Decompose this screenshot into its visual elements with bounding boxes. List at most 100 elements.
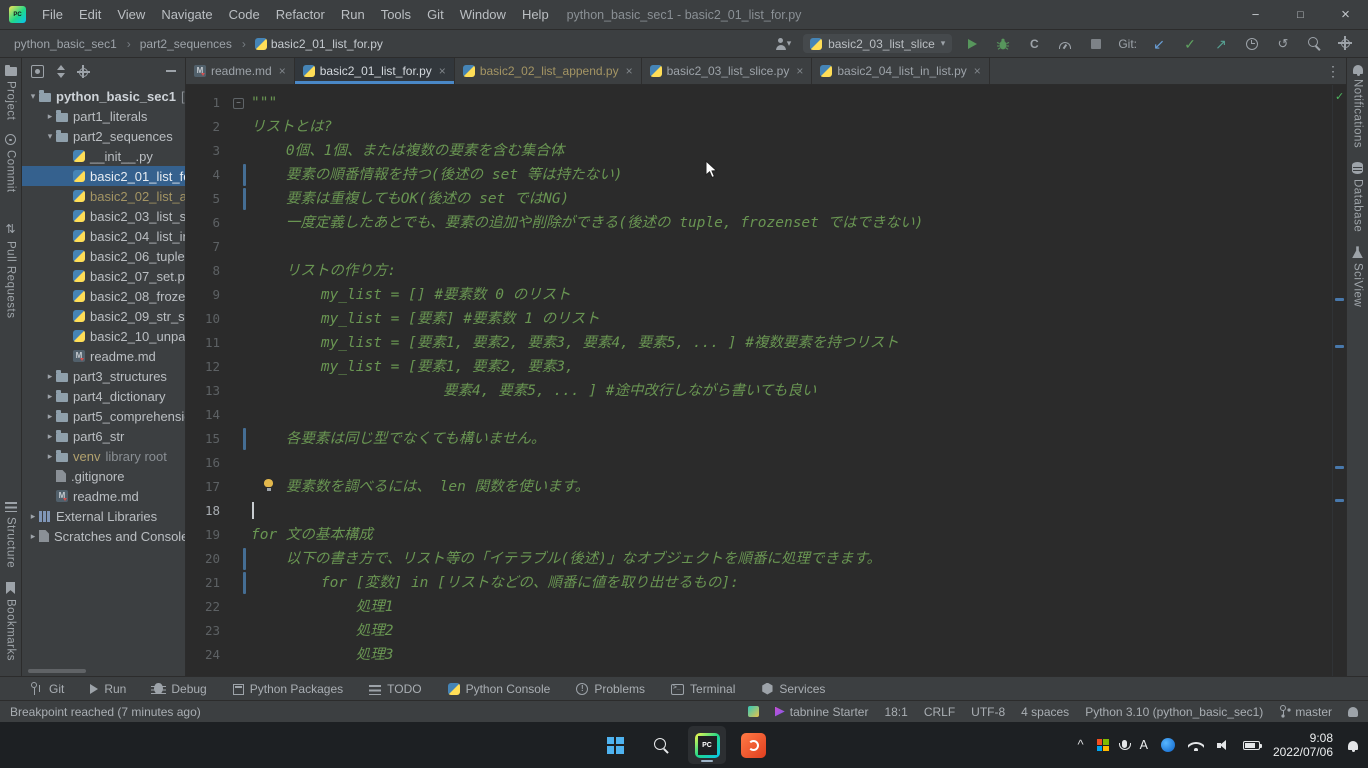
- inspection-scrollbar-stripe[interactable]: [1332, 85, 1346, 676]
- code-text[interactable]: """: [251, 91, 1332, 115]
- tree-item[interactable]: basic2_10_unpack.py: [22, 326, 185, 346]
- line-number[interactable]: 12: [186, 355, 224, 379]
- tool-window-stripe-button[interactable]: Database: [1352, 155, 1364, 239]
- tree-item[interactable]: basic2_03_list_slice.py: [22, 206, 185, 226]
- volume-icon[interactable]: [1217, 740, 1230, 751]
- code-text[interactable]: 要素4, 要素5, ... ] #途中改行しながら書いても良い: [251, 379, 1332, 403]
- run-button[interactable]: [961, 33, 983, 55]
- editor-tab[interactable]: readme.md: [186, 58, 295, 84]
- close-button[interactable]: [1323, 0, 1368, 29]
- caret-position-widget[interactable]: 18:1: [884, 705, 907, 719]
- line-number[interactable]: 4: [186, 163, 224, 187]
- stop-button[interactable]: [1085, 33, 1107, 55]
- tool-window-button[interactable]: Debug: [152, 682, 206, 696]
- tool-window-stripe-button[interactable]: Structure: [5, 495, 17, 575]
- menu-item[interactable]: Git: [419, 0, 452, 30]
- tool-window-stripe-button[interactable]: Pull Requests: [4, 216, 17, 325]
- breadcrumb-item[interactable]: basic2_01_list_for.py: [253, 37, 385, 51]
- tree-chevron-icon[interactable]: [44, 411, 56, 422]
- tool-window-button[interactable]: Python Console: [448, 682, 551, 696]
- menu-item[interactable]: Help: [514, 0, 557, 30]
- tool-window-button[interactable]: Terminal: [671, 682, 735, 696]
- tree-chevron-icon[interactable]: [44, 131, 56, 142]
- start-button[interactable]: [596, 726, 634, 764]
- line-number[interactable]: 19: [186, 523, 224, 547]
- microsoft-icon[interactable]: [1097, 739, 1109, 751]
- tree-item[interactable]: basic2_07_set.py: [22, 266, 185, 286]
- encoding-widget[interactable]: UTF-8: [971, 705, 1005, 719]
- clock-widget[interactable]: 9:08 2022/07/06: [1273, 731, 1333, 760]
- indent-widget[interactable]: 4 spaces: [1021, 705, 1069, 719]
- tab-close-icon[interactable]: [796, 64, 803, 78]
- tree-chevron-icon[interactable]: [27, 511, 39, 522]
- tree-item[interactable]: basic2_04_list_in_list.p: [22, 226, 185, 246]
- run-with-coverage-button[interactable]: [1023, 33, 1045, 55]
- run-configuration-select[interactable]: basic2_03_list_slice ▾: [803, 34, 952, 53]
- line-number[interactable]: 9: [186, 283, 224, 307]
- tabnine-widget[interactable]: tabnine Starter: [775, 705, 869, 719]
- tab-options-icon[interactable]: [1320, 58, 1346, 84]
- battery-icon[interactable]: [1243, 741, 1260, 750]
- inspection-profile-icon[interactable]: [1348, 707, 1358, 717]
- push-button[interactable]: ↗: [1210, 33, 1232, 55]
- tool-window-stripe-button[interactable]: Project: [5, 58, 17, 127]
- code-text[interactable]: [251, 235, 1332, 259]
- menu-item[interactable]: Tools: [373, 0, 419, 30]
- tool-window-stripe-button[interactable]: Notifications: [1352, 58, 1364, 155]
- breadcrumb-item[interactable]: python_basic_sec1: [12, 37, 138, 51]
- code-text[interactable]: my_list = [要素] #要素数 1 のリスト: [251, 307, 1332, 331]
- tree-item[interactable]: basic2_02_list_append.: [22, 186, 185, 206]
- line-number[interactable]: 17: [186, 475, 224, 499]
- menu-item[interactable]: Code: [221, 0, 268, 30]
- code-text[interactable]: 要素の順番情報を持つ(後述の set 等は持たない): [251, 163, 1332, 187]
- tree-item[interactable]: part1_literals: [22, 106, 185, 126]
- menu-item[interactable]: Refactor: [268, 0, 333, 30]
- wifi-icon[interactable]: [1188, 740, 1204, 751]
- tree-chevron-icon[interactable]: [44, 431, 56, 442]
- line-number[interactable]: 20: [186, 547, 224, 571]
- history-button[interactable]: [1241, 33, 1263, 55]
- editor-tab[interactable]: basic2_02_list_append.py: [455, 58, 642, 84]
- code-text[interactable]: my_list = [要素1, 要素2, 要素3, 要素4, 要素5, ... …: [251, 331, 1332, 355]
- settings-button[interactable]: [1334, 33, 1356, 55]
- tree-chevron-icon[interactable]: [27, 91, 39, 102]
- scrollbar-mark[interactable]: [1335, 345, 1344, 348]
- editor-tab[interactable]: basic2_04_list_in_list.py: [812, 58, 989, 84]
- line-number[interactable]: 1: [186, 91, 224, 115]
- code-text[interactable]: [251, 451, 1332, 475]
- notifications-bell-icon[interactable]: [1348, 741, 1358, 750]
- taskbar-orange-app-button[interactable]: [734, 726, 772, 764]
- line-number[interactable]: 22: [186, 595, 224, 619]
- line-number[interactable]: 5: [186, 187, 224, 211]
- tree-item[interactable]: part4_dictionary: [22, 386, 185, 406]
- tree-item[interactable]: part2_sequences: [22, 126, 185, 146]
- line-number[interactable]: 23: [186, 619, 224, 643]
- line-number[interactable]: 13: [186, 379, 224, 403]
- interpreter-widget[interactable]: Python 3.10 (python_basic_sec1): [1085, 705, 1263, 719]
- code-text[interactable]: my_list = [] #要素数 0 のリスト: [251, 283, 1332, 307]
- tree-item[interactable]: External Libraries: [22, 506, 185, 526]
- tree-item[interactable]: part3_structures: [22, 366, 185, 386]
- tree-item[interactable]: __init__.py: [22, 146, 185, 166]
- tree-item[interactable]: .gitignore: [22, 466, 185, 486]
- scrollbar-mark[interactable]: [1335, 466, 1344, 469]
- line-number[interactable]: 6: [186, 211, 224, 235]
- tree-item[interactable]: python_basic_sec1 [python_b: [22, 86, 185, 106]
- line-number[interactable]: 8: [186, 259, 224, 283]
- code-text[interactable]: [251, 499, 1332, 523]
- code-text[interactable]: for [変数] in [リストなどの、順番に値を取り出せるもの]:: [251, 571, 1332, 595]
- tool-window-button[interactable]: TODO: [369, 682, 421, 696]
- line-number[interactable]: 24: [186, 643, 224, 667]
- line-separator-widget[interactable]: CRLF: [924, 705, 955, 719]
- commit-button[interactable]: ✓: [1179, 33, 1201, 55]
- horizontal-scrollbar[interactable]: [28, 669, 86, 673]
- tool-window-button[interactable]: Run: [90, 682, 126, 696]
- code-text[interactable]: 要素は重複してもOK(後述の set ではNG): [251, 187, 1332, 211]
- code-text[interactable]: [251, 403, 1332, 427]
- search-everywhere-button[interactable]: [1303, 33, 1325, 55]
- menu-item[interactable]: Edit: [71, 0, 109, 30]
- menu-item[interactable]: Navigate: [153, 0, 220, 30]
- tree-chevron-icon[interactable]: [44, 371, 56, 382]
- select-opened-file-icon[interactable]: [31, 65, 44, 78]
- tree-item[interactable]: readme.md: [22, 346, 185, 366]
